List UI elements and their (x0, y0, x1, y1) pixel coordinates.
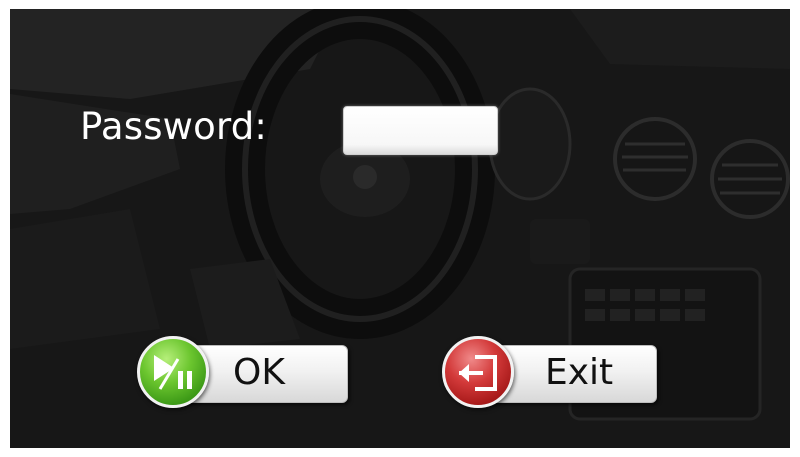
ok-button-badge[interactable] (137, 336, 209, 408)
password-label: Password: (80, 105, 268, 148)
exit-door-icon (459, 355, 497, 391)
ok-button-label: OK (233, 352, 285, 393)
login-screen: Password: (10, 9, 790, 448)
exit-button[interactable]: Exit (442, 336, 657, 408)
play-pause-icon (154, 355, 192, 390)
car-interior-background (10, 9, 790, 448)
exit-button-badge[interactable] (442, 336, 514, 408)
password-input[interactable] (343, 106, 498, 155)
exit-button-label: Exit (545, 352, 614, 393)
ok-button[interactable]: OK (137, 336, 348, 408)
